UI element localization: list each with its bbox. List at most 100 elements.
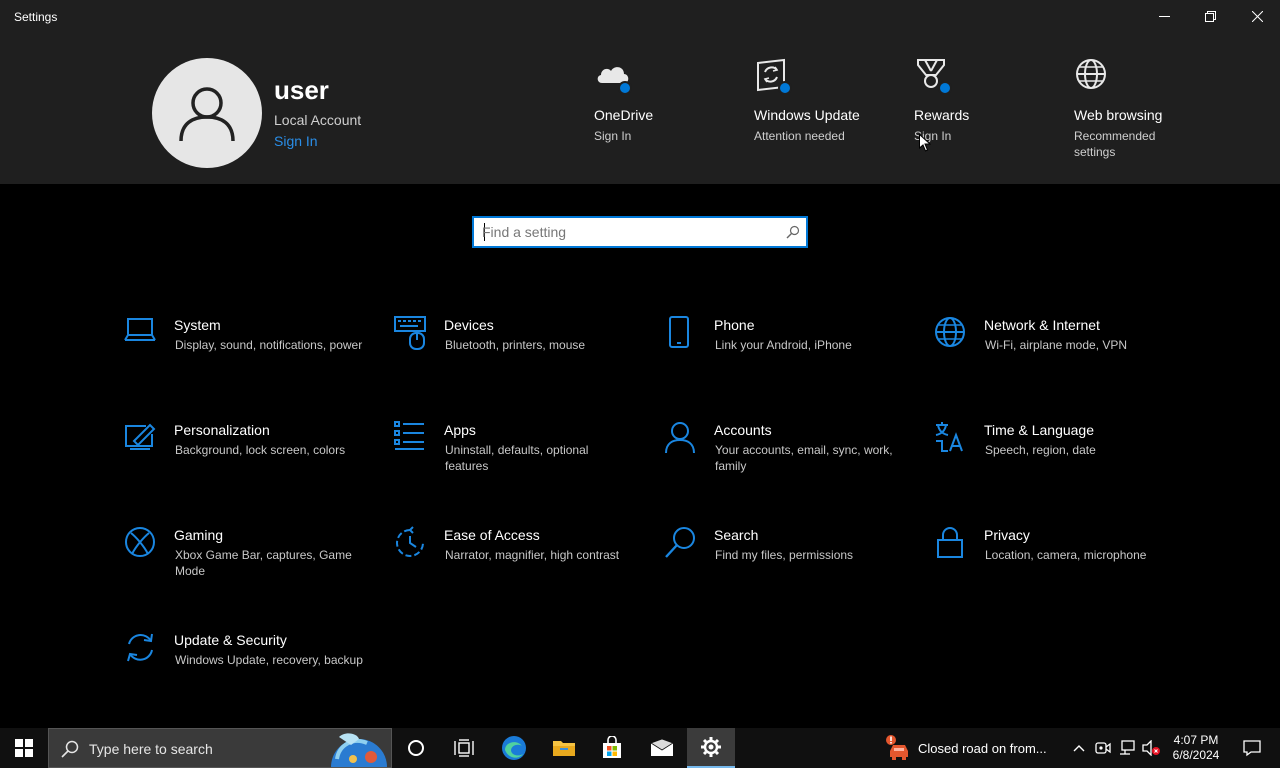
- category-subtitle: Speech, region, date: [985, 443, 1096, 457]
- category-title: Ease of Access: [444, 527, 540, 543]
- xbox-icon: [125, 527, 155, 557]
- category-update-security[interactable]: Update & Security Windows Update, recove…: [124, 631, 364, 711]
- sign-in-link[interactable]: Sign In: [274, 133, 318, 149]
- category-accounts[interactable]: Accounts Your accounts, email, sync, wor…: [664, 421, 904, 501]
- settings-taskbar-button[interactable]: [687, 728, 735, 768]
- category-phone[interactable]: Phone Link your Android, iPhone: [664, 316, 904, 396]
- account-type: Local Account: [274, 112, 362, 128]
- start-button[interactable]: [0, 728, 48, 768]
- quick-link-onedrive[interactable]: OneDrive Sign In: [594, 57, 744, 144]
- category-subtitle: Find my files, permissions: [715, 548, 854, 562]
- task-view-button[interactable]: [440, 728, 488, 768]
- notification-badge: [938, 81, 952, 95]
- quick-link-title: Web browsing: [1074, 107, 1163, 123]
- category-title: Devices: [444, 317, 494, 333]
- minimize-button[interactable]: [1141, 0, 1187, 33]
- search-icon: [61, 740, 79, 758]
- quick-link-title: Windows Update: [754, 107, 860, 123]
- sync-arrows-icon: [127, 633, 153, 662]
- ease-of-access-icon: [396, 526, 424, 557]
- quick-link-subtitle: Sign In: [594, 129, 632, 143]
- category-privacy[interactable]: Privacy Location, camera, microphone: [934, 526, 1174, 606]
- globe-icon: [1076, 59, 1106, 89]
- quick-link-web-browsing[interactable]: Web browsing Recommended settings: [1074, 57, 1224, 160]
- cortana-button[interactable]: [392, 728, 440, 768]
- quick-link-subtitle: Sign In: [914, 129, 952, 143]
- lock-icon: [937, 527, 963, 558]
- category-network-internet[interactable]: Network & Internet Wi-Fi, airplane mode,…: [934, 316, 1174, 396]
- quick-link-rewards[interactable]: Rewards Sign In: [914, 57, 1064, 144]
- category-subtitle: Your accounts, email, sync, work, family: [715, 443, 893, 473]
- chevron-up-icon: [1073, 745, 1085, 752]
- category-ease-of-access[interactable]: Ease of Access Narrator, magnifier, high…: [394, 526, 634, 606]
- volume-button[interactable]: [1140, 728, 1162, 768]
- window-title: Settings: [14, 10, 58, 24]
- category-title: Accounts: [714, 422, 772, 438]
- taskbar: Type here to search Closed road on from.…: [0, 728, 1280, 768]
- category-title: Network & Internet: [984, 317, 1100, 333]
- news-widget[interactable]: Closed road on from...: [884, 728, 1064, 768]
- edge-browser-button[interactable]: [490, 728, 538, 768]
- notification-badge: [618, 81, 632, 95]
- category-subtitle: Narrator, magnifier, high contrast: [445, 548, 620, 562]
- search-icon[interactable]: [786, 225, 800, 239]
- category-subtitle: Display, sound, notifications, power: [175, 338, 363, 352]
- category-devices[interactable]: Devices Bluetooth, printers, mouse: [394, 316, 634, 396]
- volume-muted-icon: [1142, 740, 1160, 756]
- title-bar: Settings: [0, 0, 1280, 33]
- quick-link-subtitle: Attention needed: [754, 129, 845, 143]
- restore-button[interactable]: [1187, 0, 1233, 33]
- quick-link-subtitle: Recommended settings: [1074, 129, 1156, 159]
- notification-badge: [778, 81, 792, 95]
- settings-header: user Local Account Sign In OneDrive Sign…: [0, 33, 1280, 184]
- meet-now-icon: [1095, 742, 1111, 754]
- category-apps[interactable]: Apps Uninstall, defaults, optional featu…: [394, 421, 634, 501]
- taskbar-search-box[interactable]: Type here to search: [48, 728, 392, 768]
- show-hidden-icons-button[interactable]: [1068, 728, 1090, 768]
- category-gaming[interactable]: Gaming Xbox Game Bar, captures, Game Mod…: [124, 526, 364, 606]
- file-explorer-button[interactable]: [540, 728, 588, 768]
- windows-logo-icon: [15, 739, 33, 757]
- search-icon: [665, 527, 695, 558]
- mail-button[interactable]: [638, 728, 686, 768]
- category-title: Apps: [444, 422, 476, 438]
- category-personalization[interactable]: Personalization Background, lock screen,…: [124, 421, 364, 501]
- phone-icon: [669, 316, 689, 348]
- quick-link-title: OneDrive: [594, 107, 654, 123]
- store-bag-icon: [603, 736, 621, 758]
- category-system[interactable]: System Display, sound, notifications, po…: [124, 316, 364, 396]
- category-title: Personalization: [174, 422, 270, 438]
- system-clock[interactable]: 4:07 PM 6/8/2024: [1166, 733, 1226, 763]
- apps-list-icon: [394, 421, 424, 450]
- action-center-button[interactable]: [1232, 728, 1272, 768]
- category-search[interactable]: Search Find my files, permissions: [664, 526, 904, 606]
- quick-link-windows-update[interactable]: Windows Update Attention needed: [754, 57, 904, 144]
- category-title: Gaming: [174, 527, 224, 543]
- taskbar-search-placeholder: Type here to search: [89, 741, 213, 757]
- find-setting-box[interactable]: [472, 216, 808, 248]
- notification-icon: [1243, 740, 1261, 757]
- close-button[interactable]: [1234, 0, 1280, 33]
- edge-icon: [502, 736, 526, 760]
- category-subtitle: Background, lock screen, colors: [175, 443, 346, 457]
- meet-now-button[interactable]: [1092, 728, 1114, 768]
- traffic-car-alert-icon: [886, 735, 908, 760]
- avatar[interactable]: [152, 58, 262, 168]
- quick-link-title: Rewards: [914, 107, 970, 123]
- person-icon: [179, 87, 235, 142]
- close-icon: [1251, 11, 1263, 22]
- network-status-button[interactable]: [1116, 728, 1138, 768]
- user-name: user: [274, 75, 329, 105]
- news-headline: Closed road on from...: [918, 741, 1047, 756]
- gear-icon: [701, 737, 721, 757]
- clock-time: 4:07 PM: [1173, 733, 1219, 747]
- category-subtitle: Link your Android, iPhone: [715, 338, 852, 352]
- task-view-icon: [454, 739, 474, 757]
- category-title: Time & Language: [984, 422, 1094, 438]
- category-subtitle: Xbox Game Bar, captures, Game Mode: [175, 548, 352, 578]
- microsoft-store-button[interactable]: [588, 728, 636, 768]
- category-subtitle: Uninstall, defaults, optional features: [445, 443, 589, 473]
- find-setting-input[interactable]: [482, 222, 772, 242]
- category-time-language[interactable]: Time & Language Speech, region, date: [934, 421, 1174, 501]
- person-icon: [665, 422, 695, 454]
